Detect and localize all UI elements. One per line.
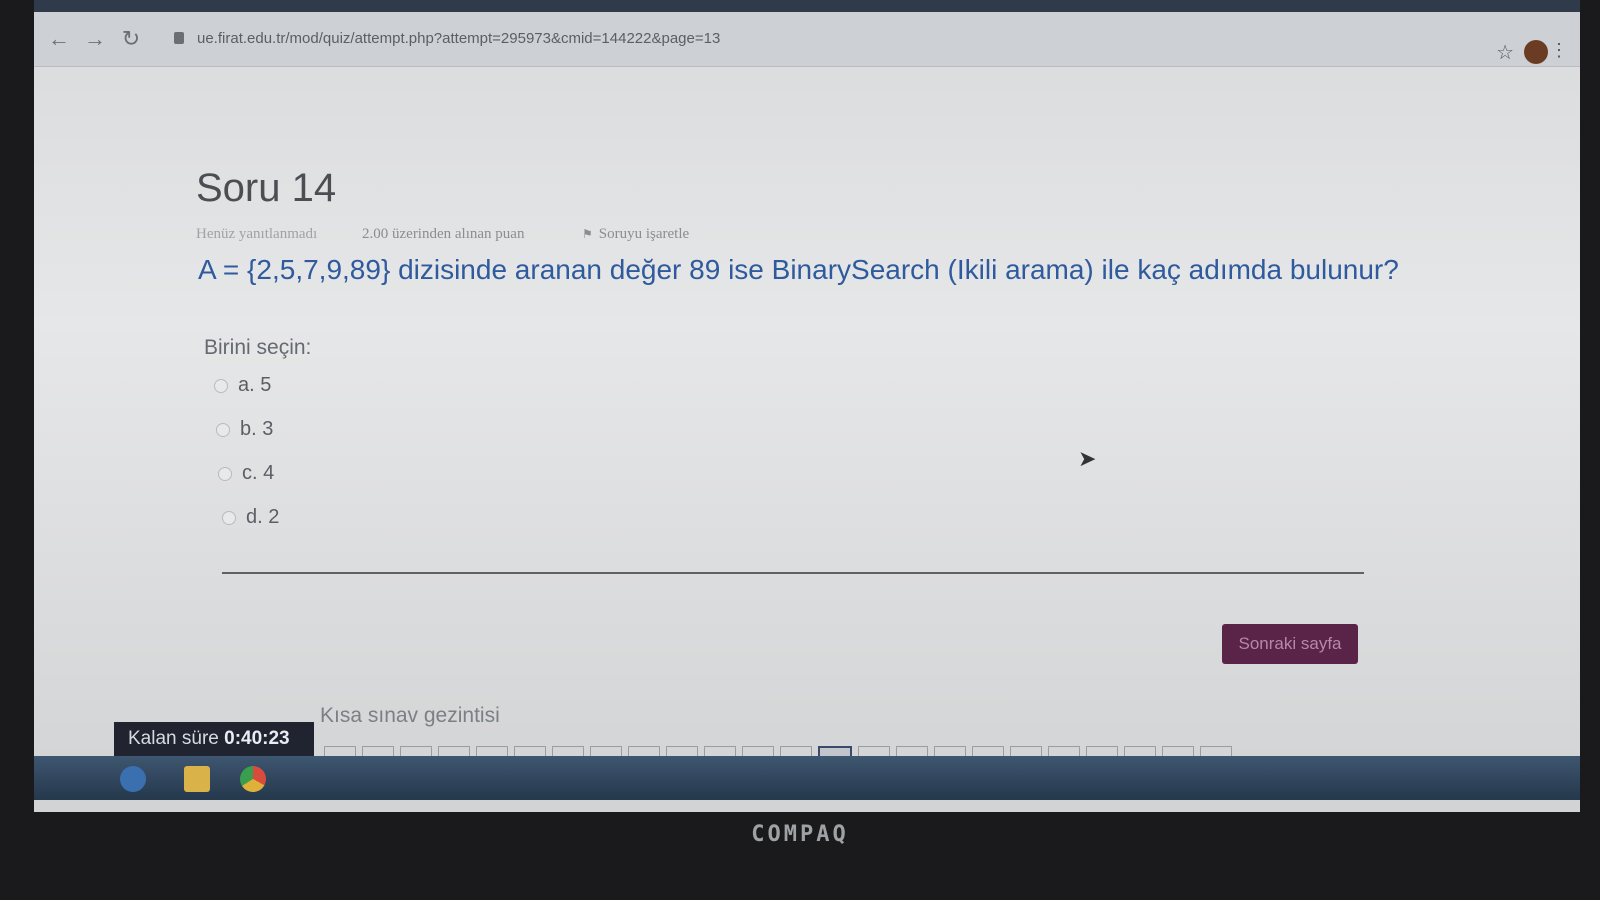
flag-icon: ⚑	[582, 227, 593, 241]
quiz-navigation-heading: Kısa sınav gezintisi	[320, 704, 500, 727]
radio-button[interactable]	[222, 510, 236, 525]
start-menu-icon[interactable]	[120, 766, 146, 792]
option-label: b. 3	[240, 418, 274, 440]
question-title: Soru 14	[196, 166, 337, 210]
question-grade: 2.00 üzerinden alınan puan	[362, 226, 525, 242]
forward-icon[interactable]: →	[82, 26, 108, 52]
radio-button[interactable]	[214, 378, 228, 393]
profile-avatar[interactable]	[1524, 40, 1548, 64]
reload-icon[interactable]: ↻	[118, 26, 144, 52]
option-label: c. 4	[242, 462, 275, 484]
back-icon[interactable]: ←	[46, 26, 72, 52]
monitor-brand-logo: COMPAQ	[751, 822, 849, 847]
browser-toolbar: ← → ↻ ue.firat.edu.tr/mod/quiz/attempt.p…	[34, 12, 1580, 67]
timer-value: 0:40:23	[224, 728, 290, 749]
monitor-screen: ← → ↻ ue.firat.edu.tr/mod/quiz/attempt.p…	[34, 0, 1580, 812]
chrome-browser-icon[interactable]	[240, 766, 266, 792]
flag-question-link[interactable]: ⚑ Soruyu işaretle	[582, 226, 689, 243]
section-divider	[222, 572, 1364, 574]
answer-option-a[interactable]: a. 5	[214, 374, 271, 397]
question-status: Henüz yanıtlanmadı	[196, 226, 318, 242]
flag-label: Soruyu işaretle	[598, 226, 690, 242]
quiz-content: Soru 14 Henüz yanıtlanmadı 2.00 üzerinde…	[34, 66, 1580, 766]
radio-button[interactable]	[218, 466, 232, 481]
mouse-cursor-icon: ➤	[1078, 446, 1097, 471]
answer-prompt: Birini seçin:	[204, 336, 312, 359]
option-label: a. 5	[238, 374, 272, 396]
radio-button[interactable]	[216, 422, 230, 437]
bookmark-star-icon[interactable]: ☆	[1496, 40, 1514, 65]
next-page-button[interactable]: Sonraki sayfa	[1222, 624, 1358, 664]
answer-option-d[interactable]: d. 2	[222, 506, 279, 529]
address-bar[interactable]: ue.firat.edu.tr/mod/quiz/attempt.php?att…	[197, 30, 720, 47]
answer-option-c[interactable]: c. 4	[218, 462, 274, 485]
time-remaining: Kalan süre 0:40:23	[114, 722, 314, 756]
answer-option-b[interactable]: b. 3	[216, 418, 273, 441]
lock-icon	[174, 32, 184, 44]
timer-label: Kalan süre	[128, 728, 219, 749]
question-text: A = {2,5,7,9,89} dizisinde aranan değer …	[198, 254, 1399, 285]
menu-kebab-icon[interactable]: ⋮	[1550, 40, 1568, 61]
file-explorer-icon[interactable]	[184, 766, 210, 792]
option-label: d. 2	[246, 506, 280, 528]
os-taskbar	[34, 756, 1580, 800]
